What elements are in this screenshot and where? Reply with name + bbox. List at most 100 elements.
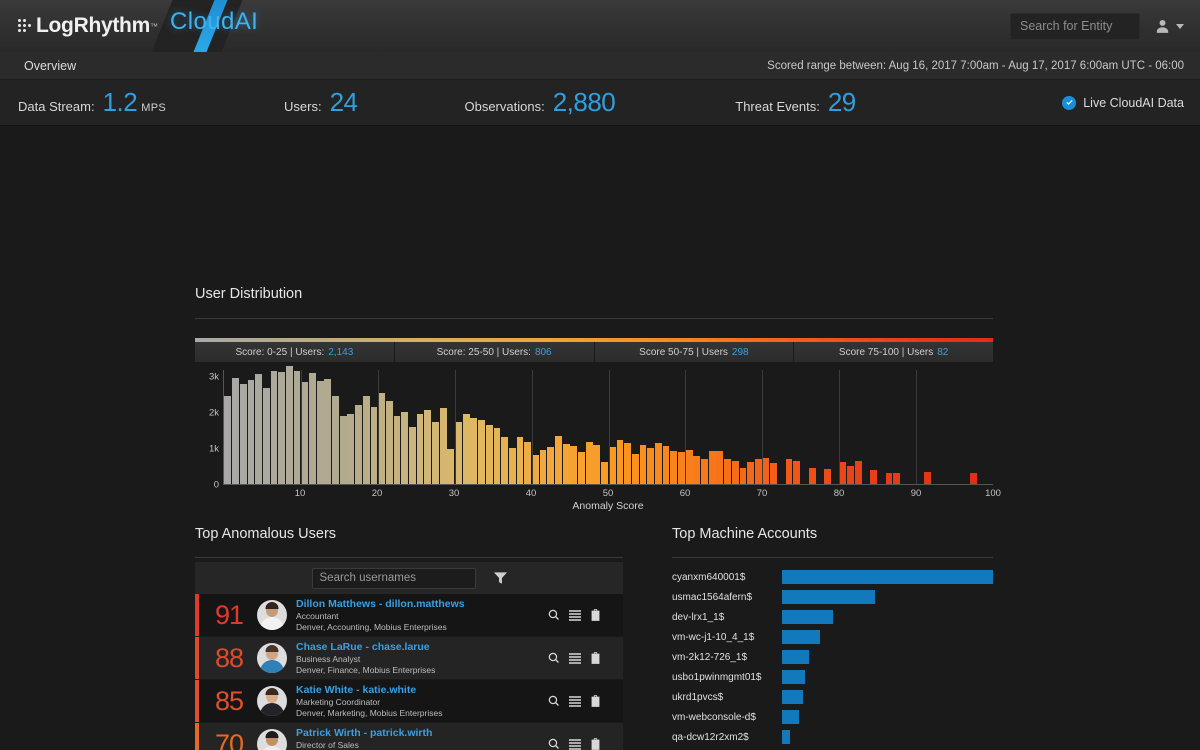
machine-account-bar[interactable] [782, 670, 805, 684]
search-icon[interactable] [548, 738, 560, 750]
histogram-bar[interactable] [701, 459, 708, 484]
histogram-bar[interactable] [870, 470, 877, 484]
user-row[interactable]: 85Katie White - katie.whiteMarketing Coo… [195, 680, 623, 723]
machine-account-row[interactable]: usmac1564afern$ [672, 587, 993, 607]
histogram-bar[interactable] [686, 450, 693, 485]
histogram-bar[interactable] [386, 401, 393, 484]
list-icon[interactable] [569, 696, 581, 707]
histogram-bar[interactable] [440, 408, 447, 484]
histogram-bar[interactable] [309, 373, 316, 484]
histogram-bar[interactable] [655, 443, 662, 484]
histogram-bar[interactable] [232, 378, 239, 484]
list-icon[interactable] [569, 739, 581, 750]
machine-account-bar[interactable] [782, 630, 820, 644]
histogram-bar[interactable] [248, 380, 255, 484]
histogram-bar[interactable] [809, 468, 816, 484]
histogram-bar[interactable] [317, 381, 324, 484]
histogram-bar[interactable] [570, 446, 577, 484]
legend-segment-25-50[interactable]: Score: 25-50 | Users: 806 [395, 342, 595, 362]
histogram-bar[interactable] [847, 466, 854, 484]
machine-account-row[interactable]: ukrd1pvcs$ [672, 687, 993, 707]
machine-account-row[interactable]: vm-wc-j1-10_4_1$ [672, 627, 993, 647]
list-icon[interactable] [569, 653, 581, 664]
entity-search-input[interactable] [1010, 13, 1140, 40]
histogram-bar[interactable] [601, 462, 608, 484]
histogram-bar[interactable] [255, 374, 262, 484]
histogram-bar[interactable] [624, 443, 631, 484]
briefcase-icon[interactable] [590, 609, 601, 621]
histogram-bar[interactable] [678, 452, 685, 484]
legend-segment-0-25[interactable]: Score: 0-25 | Users: 2,143 [195, 342, 395, 362]
histogram-bar[interactable] [409, 427, 416, 484]
histogram-bar[interactable] [640, 445, 647, 484]
brand-logo[interactable]: LogRhythm™ [0, 0, 158, 52]
histogram-bar[interactable] [355, 405, 362, 484]
histogram-bar[interactable] [447, 449, 454, 484]
histogram-bar[interactable] [470, 418, 477, 484]
machine-account-row[interactable]: usbo1pwinmgmt01$ [672, 667, 993, 687]
histogram-bar[interactable] [709, 451, 716, 484]
histogram-bar[interactable] [417, 414, 424, 484]
histogram-bar[interactable] [924, 472, 931, 484]
machine-account-row[interactable]: vm-2k12-726_1$ [672, 647, 993, 667]
user-row[interactable]: 91Dillon Matthews - dillon.matthewsAccou… [195, 594, 623, 637]
histogram-bar[interactable] [378, 393, 385, 484]
histogram-bar[interactable] [663, 446, 670, 484]
histogram-bar[interactable] [532, 455, 539, 484]
histogram-bar[interactable] [824, 469, 831, 484]
histogram-bar[interactable] [593, 445, 600, 484]
histogram-bar[interactable] [555, 436, 562, 484]
histogram-bar[interactable] [893, 473, 900, 484]
histogram-bar[interactable] [586, 442, 593, 484]
user-row[interactable]: 88Chase LaRue - chase.larueBusiness Anal… [195, 637, 623, 680]
histogram-bar[interactable] [770, 463, 777, 484]
machine-account-bar[interactable] [782, 730, 790, 744]
histogram-bar[interactable] [278, 372, 285, 484]
legend-segment-75-100[interactable]: Score 75-100 | Users 82 [794, 342, 993, 362]
histogram-bar[interactable] [786, 459, 793, 484]
machine-account-bar[interactable] [782, 710, 799, 724]
histogram-bar[interactable] [855, 461, 862, 484]
histogram-bar[interactable] [609, 447, 616, 484]
histogram-bar[interactable] [301, 382, 308, 484]
histogram-bar[interactable] [732, 461, 739, 484]
machine-account-row[interactable]: cyanxm640001$ [672, 567, 993, 587]
legend-segment-50-75[interactable]: Score 50-75 | Users 298 [595, 342, 795, 362]
histogram-bar[interactable] [486, 425, 493, 484]
histogram-bar[interactable] [478, 420, 485, 484]
histogram-bar[interactable] [632, 454, 639, 484]
tab-overview[interactable]: Overview [0, 59, 76, 73]
histogram-bar[interactable] [670, 451, 677, 484]
histogram-bar[interactable] [340, 416, 347, 484]
search-icon[interactable] [548, 609, 560, 621]
histogram-bar[interactable] [524, 442, 531, 484]
user-name[interactable]: Chase LaRue - chase.larue [296, 641, 548, 654]
histogram-bar[interactable] [371, 407, 378, 484]
machine-account-row[interactable]: vm-webconsole-d$ [672, 707, 993, 727]
machine-account-bar[interactable] [782, 590, 875, 604]
histogram-bar[interactable] [363, 396, 370, 484]
histogram-bar[interactable] [224, 396, 231, 484]
histogram-bar[interactable] [263, 388, 270, 484]
histogram-bar[interactable] [501, 437, 508, 484]
histogram-bar[interactable] [970, 473, 977, 484]
user-name[interactable]: Katie White - katie.white [296, 684, 548, 697]
histogram-bar[interactable] [394, 416, 401, 484]
histogram-bar[interactable] [617, 440, 624, 484]
briefcase-icon[interactable] [590, 695, 601, 707]
machine-account-row[interactable]: dev-lrx1_1$ [672, 607, 993, 627]
histogram-bar[interactable] [547, 447, 554, 484]
machine-account-bar[interactable] [782, 570, 993, 584]
machine-account-row[interactable]: qa-dcw12r2xm2$ [672, 727, 993, 747]
histogram-bar[interactable] [755, 459, 762, 484]
histogram-bar[interactable] [747, 462, 754, 484]
histogram-bar[interactable] [716, 451, 723, 484]
histogram-bar[interactable] [455, 422, 462, 484]
histogram-bar[interactable] [839, 462, 846, 484]
histogram-bar[interactable] [647, 448, 654, 484]
user-row[interactable]: 70Patrick Wirth - patrick.wirthDirector … [195, 723, 623, 750]
histogram-bar[interactable] [793, 461, 800, 484]
user-account-menu[interactable] [1154, 18, 1184, 35]
machine-account-bar[interactable] [782, 650, 809, 664]
histogram-bar[interactable] [509, 448, 516, 484]
